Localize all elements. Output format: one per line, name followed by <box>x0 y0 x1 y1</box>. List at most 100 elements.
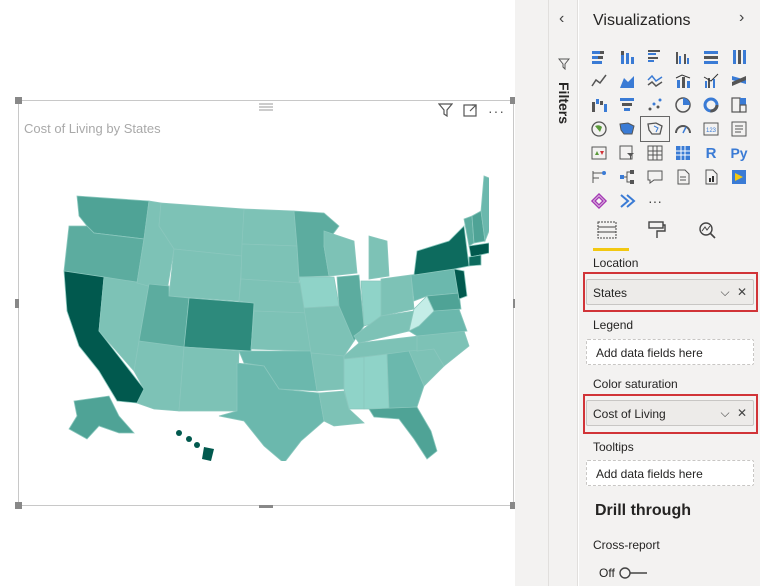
stacked-bar-chart-icon[interactable] <box>585 45 613 69</box>
location-field-value: States <box>593 286 628 300</box>
matrix-icon[interactable] <box>669 141 697 165</box>
power-automate-icon[interactable] <box>585 189 613 213</box>
analytics-magnifier-icon[interactable] <box>693 215 721 245</box>
state-wyoming <box>168 248 243 302</box>
line-chart-icon[interactable] <box>585 69 613 93</box>
field-controls: ⌵ ✕ <box>720 406 747 421</box>
key-influencers-icon[interactable] <box>585 165 613 189</box>
decomposition-tree-icon[interactable] <box>613 165 641 189</box>
state-arizona <box>133 340 185 412</box>
toggle-switch[interactable] <box>619 567 649 579</box>
python-visual-icon[interactable]: Py <box>725 141 753 165</box>
treemap-icon[interactable] <box>725 93 753 117</box>
state-massachusetts <box>468 242 489 258</box>
map-icon[interactable] <box>585 117 613 141</box>
filters-label[interactable]: Filters <box>556 82 572 124</box>
pane-title: Visualizations <box>593 12 691 29</box>
state-ohio <box>380 274 415 317</box>
chevron-right-icon[interactable]: › <box>739 9 744 27</box>
resize-handle[interactable] <box>259 505 273 508</box>
state-alaska <box>68 395 135 440</box>
table-icon[interactable] <box>641 141 669 165</box>
state-alabama <box>363 353 390 410</box>
state-kansas <box>250 310 312 352</box>
toggle-state-label: Off <box>599 566 615 580</box>
paint-roller-icon[interactable] <box>643 215 671 245</box>
cross-report-label: Cross-report <box>593 538 660 552</box>
state-south-dakota <box>240 243 300 284</box>
field-controls: ⌵ ✕ <box>720 285 747 300</box>
state-mississippi <box>343 356 365 410</box>
location-field-well[interactable]: States ⌵ ✕ <box>586 279 754 305</box>
more-options-icon[interactable]: ··· <box>488 103 505 120</box>
close-icon[interactable]: ✕ <box>737 285 747 299</box>
visualizations-pane: Visualizations › 123 R Py ··· Location S… <box>579 0 760 586</box>
qa-icon[interactable] <box>641 165 669 189</box>
pane-tabs <box>593 215 721 251</box>
gauge-icon[interactable] <box>669 117 697 141</box>
filter-icon[interactable] <box>437 103 454 120</box>
shape-map-icon[interactable] <box>640 116 670 142</box>
slicer-icon[interactable] <box>613 141 641 165</box>
donut-chart-icon[interactable] <box>697 93 725 117</box>
color-saturation-label: Color saturation <box>593 377 678 391</box>
state-colorado <box>183 297 255 352</box>
drill-through-heading: Drill through <box>595 502 691 519</box>
filled-map-icon[interactable] <box>613 117 641 141</box>
100-stacked-bar-icon[interactable] <box>697 45 725 69</box>
legend-placeholder: Add data fields here <box>596 346 703 360</box>
stacked-area-icon[interactable] <box>641 69 669 93</box>
smart-narrative-icon[interactable] <box>669 165 697 189</box>
legend-label: Legend <box>593 318 634 332</box>
paginated-report-icon[interactable] <box>697 165 725 189</box>
more-visuals-icon[interactable]: ··· <box>641 189 669 213</box>
close-icon[interactable]: ✕ <box>737 406 747 420</box>
us-map[interactable] <box>39 171 489 461</box>
drag-grip-icon[interactable] <box>259 101 273 115</box>
scatter-chart-icon[interactable] <box>641 93 669 117</box>
resize-handle[interactable] <box>15 97 22 104</box>
funnel-chart-icon[interactable] <box>613 93 641 117</box>
waterfall-chart-icon[interactable] <box>585 93 613 117</box>
state-hawaii <box>176 430 214 461</box>
line-stacked-column-icon[interactable] <box>669 69 697 93</box>
power-apps-icon[interactable] <box>725 165 753 189</box>
tooltips-label: Tooltips <box>593 440 634 454</box>
state-michigan <box>368 235 390 280</box>
line-clustered-column-icon[interactable] <box>697 69 725 93</box>
visual-gallery: 123 R Py ··· <box>585 45 753 213</box>
tooltips-field-well[interactable]: Add data fields here <box>586 460 754 486</box>
state-wisconsin <box>323 230 358 277</box>
legend-field-well[interactable]: Add data fields here <box>586 339 754 365</box>
card-icon[interactable]: 123 <box>697 117 725 141</box>
chevron-down-icon[interactable]: ⌵ <box>720 406 729 420</box>
chevron-left-icon[interactable]: ‹ <box>559 10 564 28</box>
r-visual-icon[interactable]: R <box>697 141 725 165</box>
location-label: Location <box>593 256 639 270</box>
filters-pane-collapsed[interactable]: ‹ Filters <box>548 0 578 586</box>
clustered-bar-chart-icon[interactable] <box>641 45 669 69</box>
multi-row-card-icon[interactable] <box>725 117 753 141</box>
stacked-column-chart-icon[interactable] <box>613 45 641 69</box>
cross-report-toggle[interactable]: Off <box>599 566 649 580</box>
clustered-column-chart-icon[interactable] <box>669 45 697 69</box>
area-chart-icon[interactable] <box>613 69 641 93</box>
state-north-dakota <box>241 208 298 247</box>
color-saturation-field-well[interactable]: Cost of Living ⌵ ✕ <box>586 400 754 426</box>
resize-handle[interactable] <box>15 502 22 509</box>
focus-mode-icon[interactable] <box>463 103 478 120</box>
ribbon-chart-icon[interactable] <box>725 69 753 93</box>
100-stacked-column-icon[interactable] <box>725 45 753 69</box>
state-arkansas <box>310 352 345 392</box>
state-florida <box>368 406 438 460</box>
visual-title: Cost of Living by States <box>24 121 161 136</box>
resize-handle[interactable] <box>15 299 19 308</box>
fields-tab-icon[interactable] <box>593 215 629 251</box>
filled-map-visual[interactable]: ··· Cost of Living by States <box>15 97 517 509</box>
tooltips-placeholder: Add data fields here <box>596 467 703 481</box>
power-automate-flow-icon[interactable] <box>613 189 641 213</box>
pie-chart-icon[interactable] <box>669 93 697 117</box>
state-new-york <box>413 225 470 276</box>
chevron-down-icon[interactable]: ⌵ <box>720 285 729 299</box>
kpi-icon[interactable] <box>585 141 613 165</box>
